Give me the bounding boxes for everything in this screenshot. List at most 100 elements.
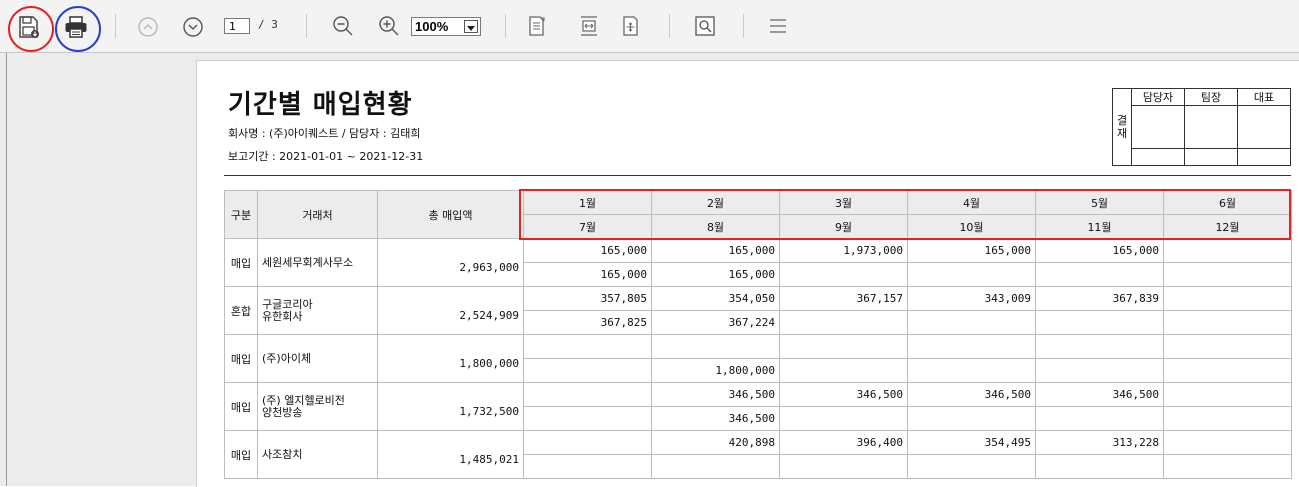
zoom-in-button[interactable] bbox=[377, 14, 401, 38]
month-amount-cell: 354,050 bbox=[651, 286, 780, 311]
zoom-in-icon bbox=[379, 16, 399, 36]
month-amount-cell: 165,000 bbox=[907, 238, 1036, 263]
menu-button[interactable] bbox=[766, 14, 790, 38]
page-down-icon bbox=[183, 17, 203, 37]
row-category: 혼합 bbox=[224, 286, 258, 335]
month-amount-cell: 396,400 bbox=[779, 430, 908, 455]
month-amount-cell bbox=[1163, 358, 1292, 383]
row-vendor: (주) 엘지헬로비전 양천방송 bbox=[257, 382, 378, 431]
save-highlight-circle bbox=[8, 6, 54, 52]
toolbar-separator bbox=[306, 14, 307, 38]
month-amount-cell: 367,224 bbox=[651, 310, 780, 335]
header-month: 5월 bbox=[1035, 190, 1164, 215]
month-amount-cell bbox=[523, 358, 652, 383]
month-amount-cell bbox=[907, 406, 1036, 431]
page-up-button[interactable] bbox=[136, 15, 160, 39]
approval-box: 결 재 담당자 팀장 대표 bbox=[1112, 87, 1291, 167]
month-amount-cell bbox=[1035, 406, 1164, 431]
row-total: 1,732,500 bbox=[377, 382, 524, 431]
company-info: 회사명 : (주)아이퀘스트 / 담당자 : 김태희 bbox=[228, 127, 421, 140]
month-amount-cell bbox=[1163, 310, 1292, 335]
actual-size-button[interactable] bbox=[620, 14, 642, 38]
header-row: 구분 거래처 총 매입액 1월 2월 3월 4월 5월 6월 bbox=[224, 190, 1292, 239]
month-amount-cell bbox=[523, 406, 652, 431]
month-amount-cell bbox=[779, 310, 908, 335]
month-amount-cell: 346,500 bbox=[1035, 382, 1164, 407]
header-month: 11월 bbox=[1035, 214, 1164, 239]
header-month: 3월 bbox=[779, 190, 908, 215]
month-amount-cell bbox=[779, 406, 908, 431]
month-amount-cell bbox=[907, 454, 1036, 479]
month-amount-cell bbox=[523, 454, 652, 479]
month-amount-cell: 1,973,000 bbox=[779, 238, 908, 263]
month-amount-cell: 420,898 bbox=[651, 430, 780, 455]
chevron-down-icon bbox=[464, 20, 478, 33]
row-total: 2,963,000 bbox=[377, 238, 524, 287]
month-amount-cell bbox=[779, 358, 908, 383]
month-amount-cell: 165,000 bbox=[523, 238, 652, 263]
month-amount-cell: 165,000 bbox=[651, 262, 780, 287]
toolbar-separator bbox=[505, 14, 506, 38]
row-category: 매입 bbox=[224, 382, 258, 431]
row-vendor: 사조참치 bbox=[257, 430, 378, 479]
month-amount-cell bbox=[651, 334, 780, 359]
row-vendor: 세원세무회계사무소 bbox=[257, 238, 378, 287]
table-row: 매입 사조참치 1,485,021 420,898 396,400 354,495 313,… bbox=[224, 430, 1292, 479]
print-highlight-circle bbox=[55, 6, 101, 52]
table-row: 혼합 구글코리아 유한회사 2,524,909 357,805 354,050 367,1… bbox=[224, 286, 1292, 335]
approval-sign-cell bbox=[1237, 105, 1291, 149]
row-vendor: 구글코리아 유한회사 bbox=[257, 286, 378, 335]
header-month: 9월 bbox=[779, 214, 908, 239]
approval-date-cell bbox=[1237, 147, 1291, 167]
month-amount-cell bbox=[907, 334, 1036, 359]
fit-page-button[interactable] bbox=[526, 14, 548, 38]
month-amount-cell: 354,495 bbox=[907, 430, 1036, 455]
toolbar-separator bbox=[669, 14, 670, 38]
row-category: 매입 bbox=[224, 430, 258, 479]
month-amount-cell: 165,000 bbox=[1035, 238, 1164, 263]
page-down-button[interactable] bbox=[181, 15, 205, 39]
month-amount-cell: 367,839 bbox=[1035, 286, 1164, 311]
month-amount-cell: 1,800,000 bbox=[651, 358, 780, 383]
row-total: 2,524,909 bbox=[377, 286, 524, 335]
zoom-out-icon bbox=[333, 16, 353, 36]
toolbar-separator bbox=[115, 14, 116, 38]
month-amount-cell bbox=[651, 454, 780, 479]
header-month: 6월 bbox=[1163, 190, 1292, 215]
month-amount-cell: 346,500 bbox=[907, 382, 1036, 407]
row-category: 매입 bbox=[224, 334, 258, 383]
month-amount-cell bbox=[1035, 454, 1164, 479]
header-month: 2월 bbox=[651, 190, 780, 215]
month-amount-cell: 346,500 bbox=[779, 382, 908, 407]
page-up-icon bbox=[138, 17, 158, 37]
month-amount-cell bbox=[1035, 262, 1164, 287]
viewer-toolbar: 1 / 3 100% bbox=[0, 0, 1299, 53]
month-amount-cell bbox=[523, 382, 652, 407]
header-month: 10월 bbox=[907, 214, 1036, 239]
month-amount-cell bbox=[907, 358, 1036, 383]
month-amount-cell: 367,825 bbox=[523, 310, 652, 335]
actual-size-icon bbox=[623, 16, 638, 36]
table-row: 매입 (주)아이체 1,800,000 bbox=[224, 334, 1292, 383]
zoom-select[interactable]: 100% bbox=[411, 17, 481, 36]
month-amount-cell bbox=[523, 430, 652, 455]
month-amount-cell bbox=[1035, 334, 1164, 359]
header-vendor: 거래처 bbox=[257, 190, 378, 239]
table-row: 매입 (주) 엘지헬로비전 양천방송 1,732,500 346,500 346,500… bbox=[224, 382, 1292, 431]
report-title: 기간별 매입현황 bbox=[228, 90, 413, 120]
zoom-out-button[interactable] bbox=[331, 14, 355, 38]
fit-width-button[interactable] bbox=[577, 14, 601, 38]
month-amount-cell bbox=[1163, 286, 1292, 311]
month-amount-cell bbox=[1163, 262, 1292, 287]
page-number-input[interactable]: 1 bbox=[224, 18, 250, 34]
fit-page-icon bbox=[529, 16, 545, 36]
month-amount-cell: 165,000 bbox=[523, 262, 652, 287]
month-amount-cell bbox=[779, 454, 908, 479]
row-category: 매입 bbox=[224, 238, 258, 287]
approval-role: 팀장 bbox=[1184, 87, 1238, 107]
approval-sign-cell bbox=[1131, 105, 1185, 149]
header-category: 구분 bbox=[224, 190, 258, 239]
toolbar-separator bbox=[743, 14, 744, 38]
month-amount-cell: 367,157 bbox=[779, 286, 908, 311]
search-button[interactable] bbox=[693, 14, 717, 38]
